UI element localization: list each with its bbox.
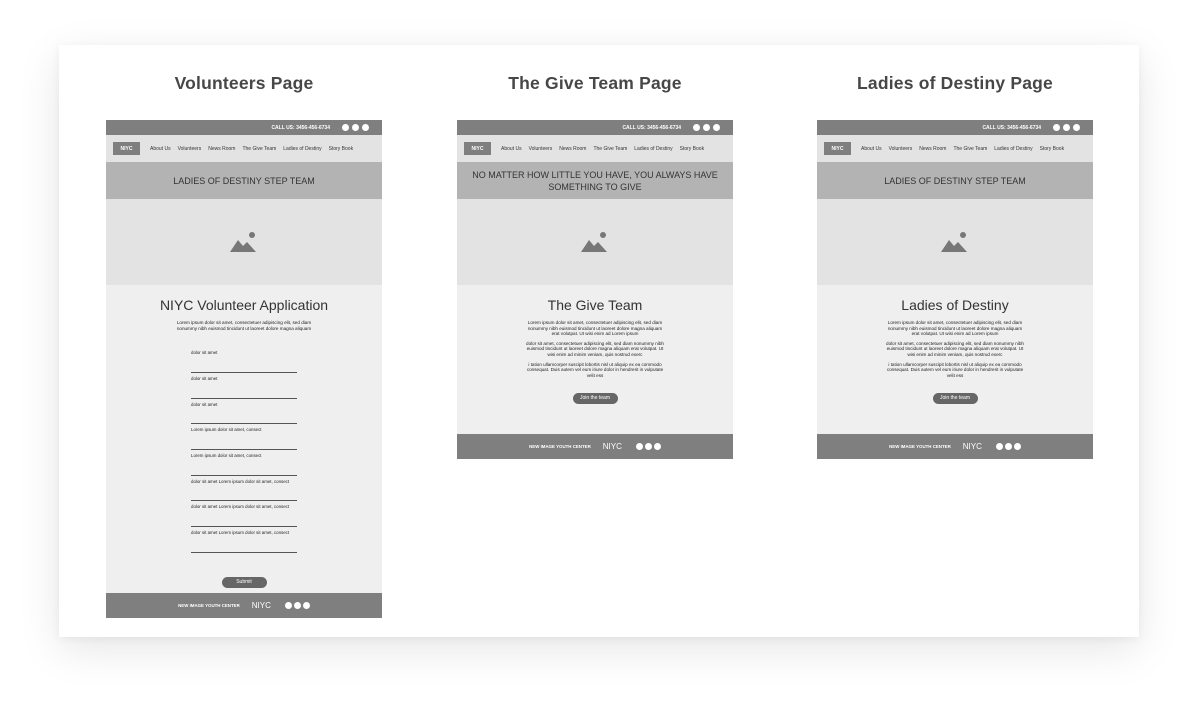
- nav-logo[interactable]: NIYC: [464, 142, 491, 155]
- social-icon[interactable]: [1004, 443, 1012, 450]
- body-paragraph: i tation ullamcorper suscipit lobortis n…: [886, 361, 1024, 378]
- banner: NO MATTER HOW LITTLE YOU HAVE, YOU ALWAY…: [457, 162, 733, 199]
- page-heading-ladies-of-destiny: Ladies of Destiny Page: [857, 73, 1053, 93]
- call-us-text: CALL US: 3456-456-6734: [271, 124, 330, 131]
- hero-image: [817, 199, 1093, 285]
- footer: NEW IMAGE YOUTH CENTER NIYC: [817, 434, 1093, 459]
- footer-logo: NIYC: [602, 442, 622, 451]
- top-bar: CALL US: 3456-456-6734: [817, 120, 1093, 135]
- social-icon[interactable]: [644, 443, 652, 450]
- form-field[interactable]: dolor sit amet: [191, 399, 297, 425]
- submit-button[interactable]: Submit: [221, 576, 267, 588]
- social-icon[interactable]: [653, 443, 661, 450]
- nav-logo[interactable]: NIYC: [113, 142, 140, 155]
- call-us-text: CALL US: 3456-456-6734: [982, 124, 1041, 131]
- footer: NEW IMAGE YOUTH CENTER NIYC: [106, 593, 382, 618]
- section-title: Ladies of Destiny: [901, 297, 1009, 313]
- social-icon[interactable]: [995, 443, 1003, 450]
- nav-item-give-team[interactable]: The Give Team: [242, 146, 276, 152]
- nav-item-news-room[interactable]: News Room: [919, 146, 946, 152]
- body-paragraph: i tation ullamcorper suscipit lobortis n…: [526, 361, 664, 378]
- social-icon[interactable]: [703, 124, 710, 131]
- body-paragraph: Lorem ipsum dolor sit amet, consectetuer…: [527, 320, 663, 337]
- hero-image: [457, 199, 733, 285]
- banner: LADIES OF DESTINY STEP TEAM: [817, 162, 1093, 199]
- page-heading-volunteers: Volunteers Page: [174, 73, 314, 93]
- image-placeholder-icon: [230, 232, 256, 252]
- social-icon[interactable]: [362, 124, 369, 131]
- form-field[interactable]: dolor sit amet: [191, 347, 297, 373]
- footer-text: NEW IMAGE YOUTH CENTER: [178, 603, 240, 608]
- form-field[interactable]: dolor sit amet: [191, 373, 297, 399]
- join-team-button[interactable]: Join the team: [932, 393, 978, 405]
- page-heading-give-team: The Give Team Page: [508, 73, 682, 93]
- nav-item-story-book[interactable]: Story Book: [680, 146, 704, 152]
- social-icon[interactable]: [1053, 124, 1060, 131]
- nav-item-news-room[interactable]: News Room: [559, 146, 586, 152]
- body-paragraph: dolor sit amet, consectetuer adipiscing …: [526, 340, 664, 357]
- nav-item-volunteers[interactable]: Volunteers: [529, 146, 553, 152]
- hero-image: [106, 199, 382, 285]
- nav-item-ladies-of-destiny[interactable]: Ladies of Destiny: [634, 146, 672, 152]
- nav-item-story-book[interactable]: Story Book: [329, 146, 353, 152]
- intro-paragraph: Lorem ipsum dolor sit amet, consectetuer…: [176, 320, 312, 331]
- form-field[interactable]: Lorem ipsum dolor sit amet, consect: [191, 424, 297, 450]
- nav-item-about-us[interactable]: About Us: [501, 146, 522, 152]
- social-icon[interactable]: [1063, 124, 1070, 131]
- nav-item-give-team[interactable]: The Give Team: [953, 146, 987, 152]
- call-us-text: CALL US: 3456-456-6734: [622, 124, 681, 131]
- nav-item-volunteers[interactable]: Volunteers: [178, 146, 202, 152]
- social-icon[interactable]: [693, 124, 700, 131]
- section-title: NIYC Volunteer Application: [159, 297, 329, 313]
- nav-item-ladies-of-destiny[interactable]: Ladies of Destiny: [994, 146, 1032, 152]
- nav-item-volunteers[interactable]: Volunteers: [889, 146, 913, 152]
- nav-bar: NIYC About Us Volunteers News Room The G…: [106, 135, 382, 162]
- footer: NEW IMAGE YOUTH CENTER NIYC: [457, 434, 733, 459]
- nav-item-story-book[interactable]: Story Book: [1040, 146, 1064, 152]
- nav-item-give-team[interactable]: The Give Team: [593, 146, 627, 152]
- image-placeholder-icon: [941, 232, 967, 252]
- nav-item-news-room[interactable]: News Room: [208, 146, 235, 152]
- social-icon[interactable]: [713, 124, 720, 131]
- footer-text: NEW IMAGE YOUTH CENTER: [529, 444, 591, 449]
- banner: LADIES OF DESTINY STEP TEAM: [106, 162, 382, 199]
- footer-logo: NIYC: [962, 442, 982, 451]
- join-team-button[interactable]: Join the team: [572, 393, 618, 405]
- form-field[interactable]: Lorem ipsum dolor sit amet, consect: [191, 450, 297, 476]
- nav-item-about-us[interactable]: About Us: [861, 146, 882, 152]
- social-icon[interactable]: [1013, 443, 1021, 450]
- application-form: dolor sit amet dolor sit amet dolor sit …: [191, 347, 297, 553]
- social-icon[interactable]: [284, 602, 292, 609]
- wireframe-volunteers: CALL US: 3456-456-6734 NIYC About Us Vol…: [106, 120, 382, 618]
- image-placeholder-icon: [581, 232, 607, 252]
- social-icon[interactable]: [1073, 124, 1080, 131]
- nav-bar: NIYC About Us Volunteers News Room The G…: [817, 135, 1093, 162]
- nav-bar: NIYC About Us Volunteers News Room The G…: [457, 135, 733, 162]
- form-field[interactable]: dolor sit amet Lorem ipsum dolor sit ame…: [191, 501, 297, 527]
- form-field[interactable]: dolor sit amet Lorem ipsum dolor sit ame…: [191, 476, 297, 502]
- footer-logo: NIYC: [251, 601, 271, 610]
- nav-item-ladies-of-destiny[interactable]: Ladies of Destiny: [283, 146, 321, 152]
- wireframe-give-team: CALL US: 3456-456-6734 NIYC About Us Vol…: [457, 120, 733, 459]
- social-icon[interactable]: [352, 124, 359, 131]
- footer-text: NEW IMAGE YOUTH CENTER: [889, 444, 951, 449]
- wireframe-ladies-of-destiny: CALL US: 3456-456-6734 NIYC About Us Vol…: [817, 120, 1093, 459]
- social-icon[interactable]: [635, 443, 643, 450]
- form-field[interactable]: dolor sit amet Lorem ipsum dolor sit ame…: [191, 527, 297, 553]
- nav-item-about-us[interactable]: About Us: [150, 146, 171, 152]
- social-icon[interactable]: [293, 602, 301, 609]
- social-icon[interactable]: [302, 602, 310, 609]
- social-icon[interactable]: [342, 124, 349, 131]
- section-title: The Give Team: [547, 297, 643, 313]
- nav-logo[interactable]: NIYC: [824, 142, 851, 155]
- body-paragraph: dolor sit amet, consectetuer adipiscing …: [886, 340, 1024, 357]
- body-paragraph: Lorem ipsum dolor sit amet, consectetuer…: [887, 320, 1023, 337]
- top-bar: CALL US: 3456-456-6734: [457, 120, 733, 135]
- top-bar: CALL US: 3456-456-6734: [106, 120, 382, 135]
